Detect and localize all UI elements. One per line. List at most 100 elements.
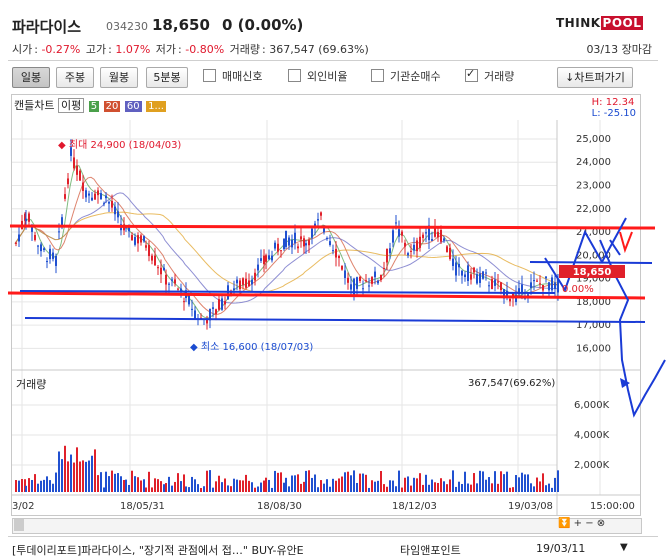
candle-body	[419, 236, 421, 248]
candle-body	[392, 230, 394, 243]
volume-bar	[236, 479, 238, 492]
volume-bar	[277, 472, 279, 492]
volume-bar	[506, 471, 508, 492]
reset-icon[interactable]: ⊗	[597, 518, 605, 529]
candle-body	[67, 178, 69, 185]
volume-bar	[283, 482, 285, 492]
candle-body	[251, 279, 253, 285]
volume-bar	[377, 480, 379, 492]
volume-bar	[140, 480, 142, 492]
candle-body	[431, 239, 433, 241]
candle-body	[165, 274, 167, 285]
volume-bar	[76, 447, 78, 492]
volume-bar	[28, 478, 30, 492]
candle-body	[100, 193, 102, 200]
volume-bar	[389, 480, 391, 492]
candle-body	[500, 282, 502, 291]
scroll-left-icon[interactable]	[14, 519, 24, 531]
candle-body	[371, 277, 373, 284]
volume-bar	[413, 477, 415, 492]
volume-bar	[117, 473, 119, 492]
volume-bar	[73, 462, 75, 492]
chart-svg: 25,00024,00023,00022,00021,00020,00019,0…	[7, 120, 666, 515]
candle-body	[455, 262, 457, 276]
volume-bar	[308, 470, 310, 492]
volume-bar	[314, 474, 316, 492]
candle-body	[401, 231, 403, 236]
candle-body	[551, 277, 553, 291]
volume-bar	[180, 481, 182, 492]
candle-body	[117, 211, 119, 218]
candle-body	[404, 242, 406, 247]
volume-bar	[263, 480, 265, 492]
volume-bar	[344, 472, 346, 492]
candle-body	[15, 242, 17, 244]
news-source: 타임앤포인트	[400, 544, 461, 557]
volume-bar	[497, 483, 499, 492]
volume-bar	[482, 471, 484, 492]
candle-body	[40, 244, 42, 252]
candle-body	[183, 301, 185, 303]
zoom-out-icon[interactable]: −	[585, 518, 593, 529]
candle-body	[49, 248, 51, 260]
candle-body	[82, 182, 84, 191]
candle-body	[218, 299, 220, 310]
volume-bar	[407, 476, 409, 492]
volume-bar	[353, 470, 355, 492]
volume-bar	[260, 482, 262, 492]
candle-body	[464, 274, 466, 278]
candle-body	[407, 253, 409, 256]
news-title-link[interactable]: [투데이리포트]파라다이스, "장기적 관점에서 접…" BUY-유안E	[12, 542, 304, 558]
candle-body	[294, 232, 296, 244]
volume-bar	[473, 473, 475, 492]
candle-body	[461, 270, 463, 276]
volume-bar	[105, 471, 107, 492]
candle-body	[46, 261, 48, 263]
chart-scrollbar[interactable]	[12, 518, 642, 534]
candle-body	[271, 255, 273, 261]
volume-bar	[40, 480, 42, 492]
volume-bar	[461, 483, 463, 492]
candle-body	[395, 222, 397, 224]
volume-bar	[123, 480, 125, 492]
x-tick-label: 18/05/31	[120, 501, 165, 512]
volume-bar	[82, 460, 84, 492]
volume-bar	[25, 485, 27, 492]
candle-body	[386, 248, 388, 263]
candle-body	[277, 243, 279, 252]
volume-bar	[188, 487, 190, 492]
volume-bar	[434, 482, 436, 492]
candle-body	[368, 285, 370, 287]
candle-body	[145, 245, 147, 248]
zoom-in-icon[interactable]: +	[574, 518, 582, 529]
volume-bar	[530, 483, 532, 492]
candle-body	[134, 237, 136, 245]
candle-body	[467, 265, 469, 281]
x-tick-label: 15:00:00	[590, 501, 635, 512]
volume-bar	[224, 478, 226, 492]
news-scroll-icon[interactable]: ▼	[620, 542, 628, 553]
volume-bar	[500, 471, 502, 492]
volume-tick-label: 2,000K	[574, 460, 610, 471]
volume-bar	[274, 470, 276, 492]
candle-body	[265, 255, 267, 262]
volume-bar	[527, 474, 529, 492]
candle-body	[300, 236, 302, 240]
candle-body	[188, 295, 190, 305]
volume-bar	[374, 481, 376, 492]
scroll-end-icon[interactable]: ⏬	[558, 518, 570, 529]
volume-bar	[347, 471, 349, 492]
divider	[8, 536, 658, 537]
volume-bar	[218, 475, 220, 492]
candle-body	[332, 250, 334, 252]
candle-body	[410, 250, 412, 252]
volume-bar	[185, 486, 187, 492]
volume-bar	[329, 486, 331, 492]
volume-bar	[509, 487, 511, 492]
candle-body	[303, 238, 305, 247]
volume-bar	[248, 480, 250, 492]
candle-body	[291, 239, 293, 248]
volume-bar	[455, 486, 457, 492]
candle-body	[94, 193, 96, 200]
candle-body	[58, 231, 60, 233]
